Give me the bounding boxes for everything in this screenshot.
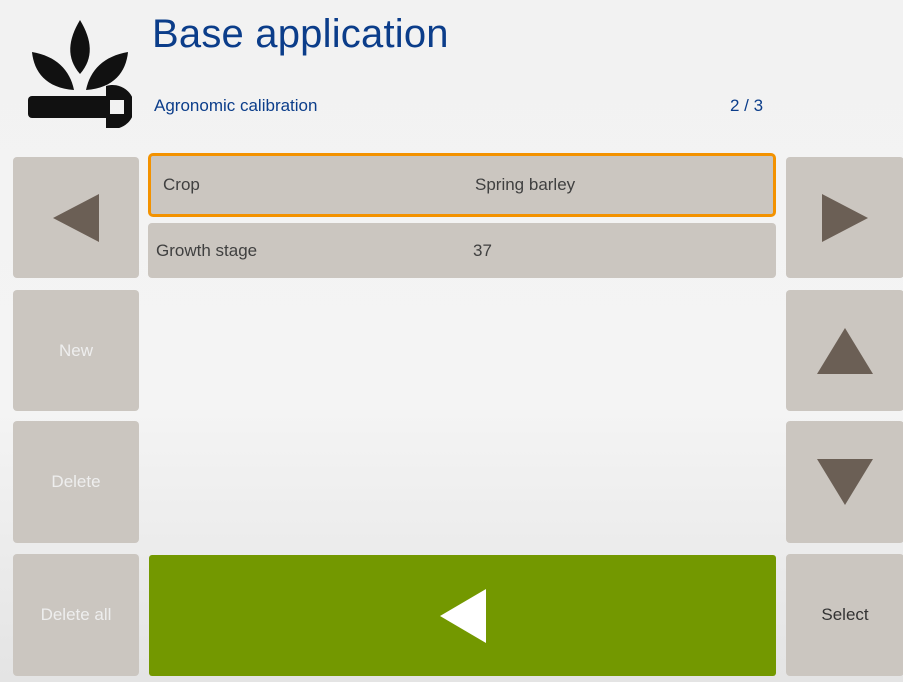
- triangle-down-icon: [817, 459, 873, 505]
- new-button[interactable]: New: [13, 290, 139, 411]
- page-subtitle: Agronomic calibration: [154, 96, 318, 115]
- row-value: 37: [473, 241, 492, 260]
- delete-all-button-label: Delete all: [40, 605, 112, 624]
- row-value: Spring barley: [475, 175, 576, 194]
- row-label: Growth stage: [156, 241, 258, 260]
- previous-button[interactable]: [13, 157, 139, 278]
- new-button-label: New: [58, 340, 93, 360]
- scroll-up-button[interactable]: [786, 290, 903, 411]
- list-item-crop[interactable]: Crop Spring barley: [148, 153, 776, 217]
- triangle-up-icon: [817, 327, 873, 374]
- delete-button-label: Delete: [51, 472, 101, 491]
- page-title: Base application: [152, 12, 449, 56]
- next-button[interactable]: [786, 157, 903, 278]
- triangle-right-icon: [822, 193, 868, 242]
- back-arrow-icon: [439, 588, 486, 643]
- select-button[interactable]: Select: [786, 554, 903, 676]
- back-button[interactable]: [149, 555, 776, 676]
- triangle-left-icon: [53, 193, 99, 242]
- delete-all-button[interactable]: Delete all: [13, 554, 139, 676]
- scroll-down-button[interactable]: [786, 421, 903, 543]
- delete-button[interactable]: Delete: [13, 421, 139, 543]
- list-item-growth-stage[interactable]: Growth stage 37: [148, 223, 776, 278]
- row-label: Crop: [163, 175, 200, 194]
- select-button-label: Select: [821, 605, 869, 624]
- page-indicator: 2 / 3: [730, 96, 764, 115]
- plant-wrench-icon: [28, 18, 132, 128]
